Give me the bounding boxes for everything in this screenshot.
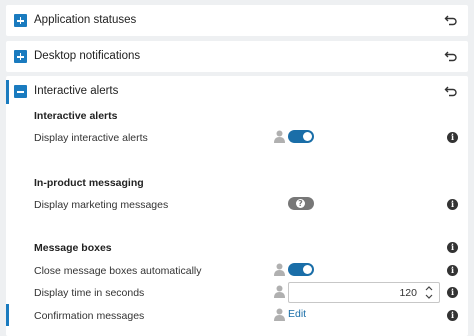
section-title: Desktop notifications (34, 50, 141, 62)
section-interactive-alerts: Interactive alerts Interactive alerts Di… (6, 76, 468, 336)
close-message-boxes-toggle[interactable] (288, 263, 314, 276)
question-icon: ? (296, 199, 305, 208)
minus-square-icon[interactable] (14, 85, 27, 98)
section-header[interactable]: Application statuses (6, 5, 468, 35)
plus-square-icon[interactable] (14, 14, 27, 27)
section-title: Interactive alerts (34, 85, 119, 97)
info-icon[interactable]: i (447, 265, 458, 276)
display-marketing-messages-toggle[interactable]: ? (288, 197, 314, 210)
display-time-field (288, 282, 440, 303)
info-icon[interactable]: i (447, 132, 458, 143)
section-desktop-notifications: Desktop notifications (6, 41, 468, 72)
undo-icon[interactable] (444, 49, 458, 63)
info-icon[interactable]: i (447, 242, 458, 253)
group-heading: Message boxes (34, 242, 112, 254)
undo-icon[interactable] (444, 84, 458, 98)
section-application-statuses: Application statuses (6, 5, 468, 36)
info-icon[interactable]: i (447, 199, 458, 210)
group-heading: In-product messaging (34, 177, 144, 189)
row-label: Close message boxes automatically (34, 265, 202, 277)
section-header[interactable]: Desktop notifications (6, 41, 468, 71)
undo-icon[interactable] (444, 13, 458, 27)
spinner-icon[interactable] (423, 284, 435, 301)
display-interactive-alerts-toggle[interactable] (288, 130, 314, 143)
active-indicator (6, 304, 9, 326)
display-time-input[interactable] (293, 285, 417, 300)
row-label: Display marketing messages (34, 199, 169, 211)
group-heading: Interactive alerts (34, 110, 118, 122)
info-icon[interactable]: i (447, 310, 458, 321)
section-header[interactable]: Interactive alerts (6, 76, 468, 106)
person-icon (274, 308, 285, 321)
info-icon[interactable]: i (447, 287, 458, 298)
edit-link[interactable]: Edit (288, 308, 306, 320)
person-icon (274, 130, 285, 143)
row-label: Confirmation messages (34, 310, 145, 322)
plus-square-icon[interactable] (14, 50, 27, 63)
row-label: Display interactive alerts (34, 132, 148, 144)
person-icon (274, 263, 285, 276)
row-label: Display time in seconds (34, 287, 145, 299)
person-icon (274, 285, 285, 298)
section-title: Application statuses (34, 14, 137, 26)
